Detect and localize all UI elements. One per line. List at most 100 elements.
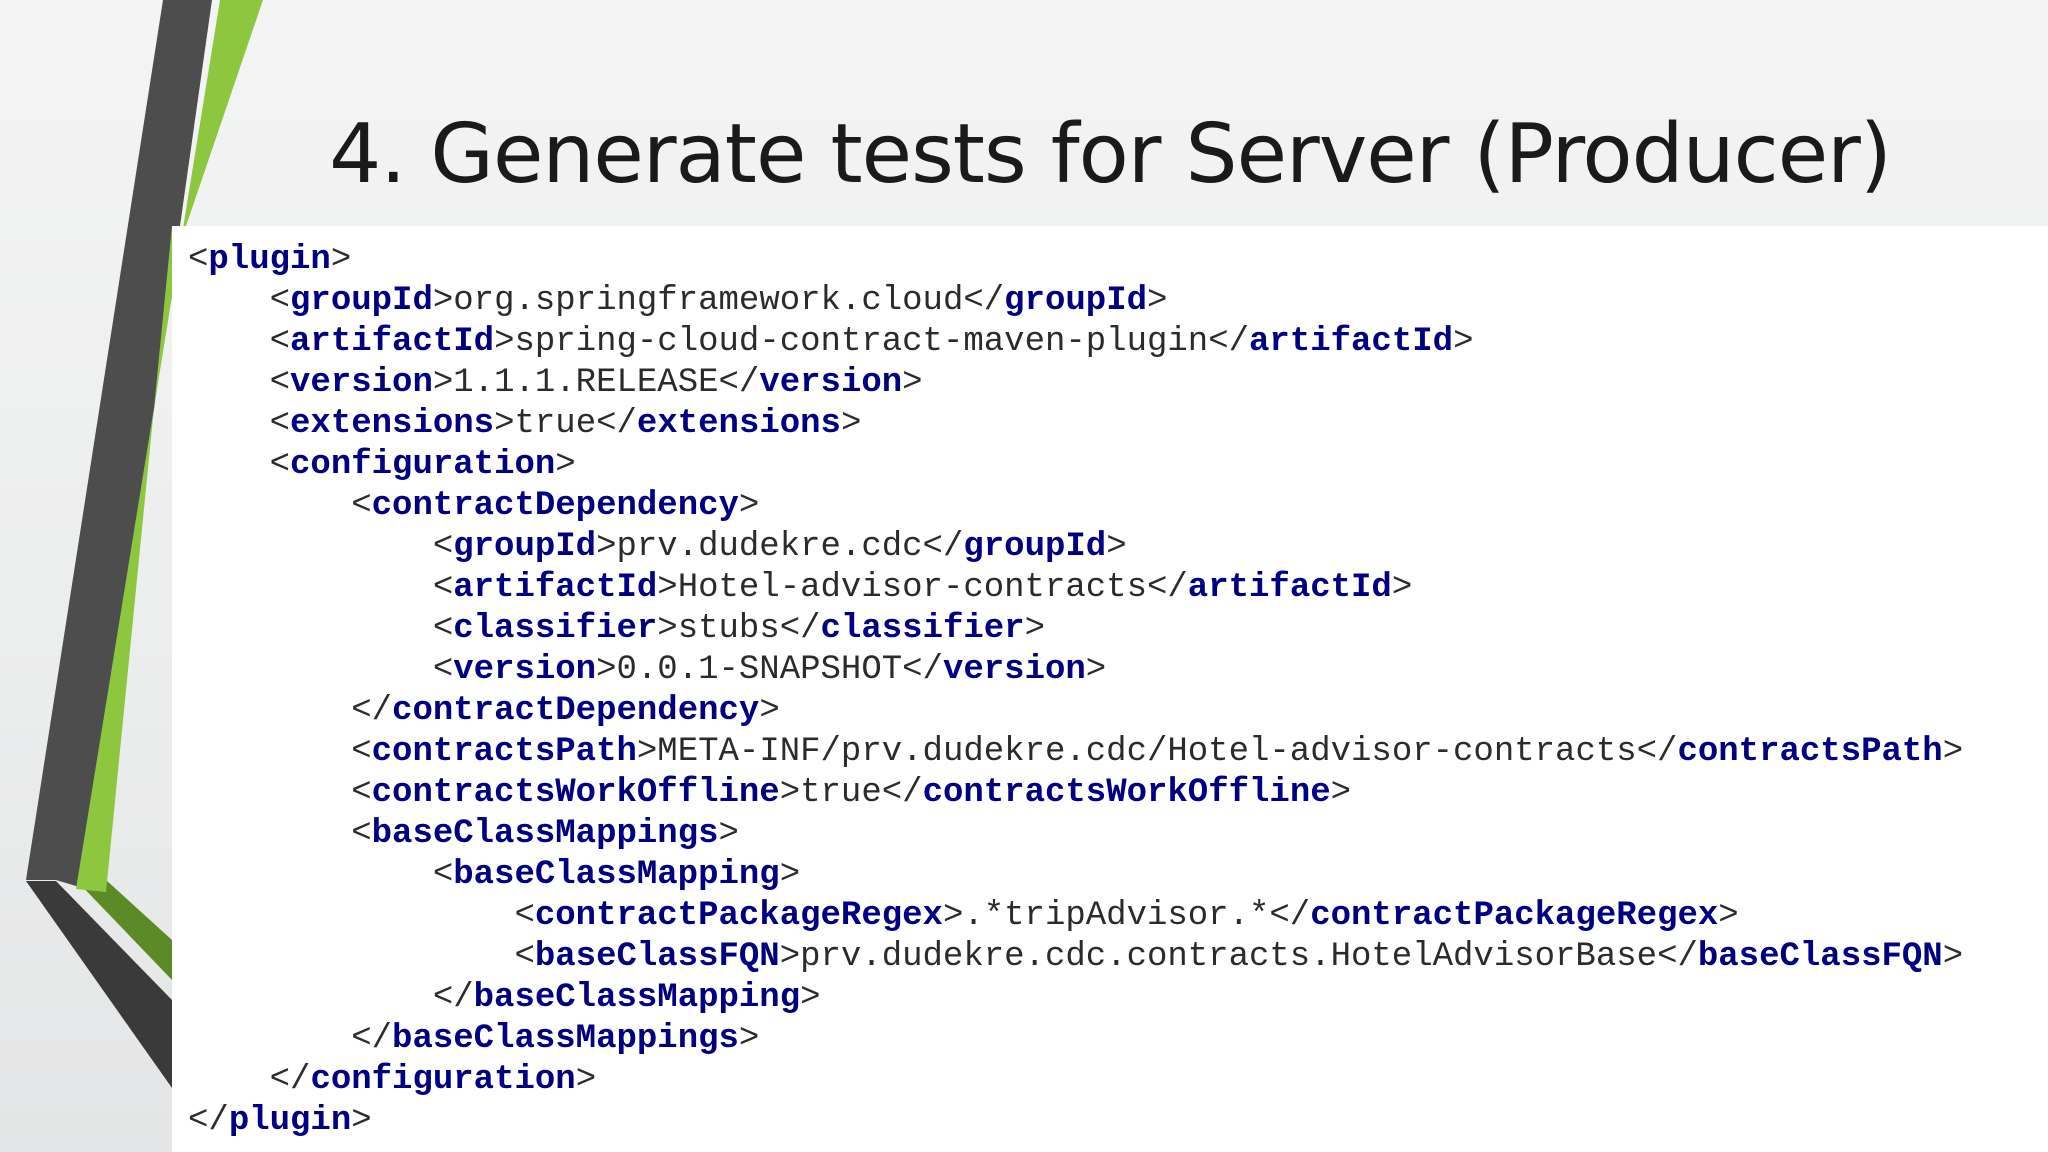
xml-tag-name: classifier [453, 610, 658, 648]
xml-text-value: 0.0.1-SNAPSHOT [616, 651, 903, 689]
angle-bracket: < [269, 446, 291, 484]
xml-tag-name: artifactId [290, 323, 495, 361]
xml-tag-name: contractsPath [1677, 733, 1943, 771]
xml-tag-name: configuration [290, 446, 556, 484]
angle-bracket: </ [1146, 569, 1188, 607]
xml-tag-name: baseClassFQN [1697, 938, 1943, 976]
angle-bracket: > [1453, 323, 1474, 361]
xml-text-value: META-INF/prv.dudekre.cdc/Hotel-advisor-c… [657, 733, 1637, 771]
xml-tag-name: contractsWorkOffline [371, 774, 780, 812]
angle-bracket: > [1024, 610, 1045, 648]
angle-bracket: < [514, 897, 535, 935]
code-line: </configuration> [188, 1060, 1963, 1101]
code-line: <contractsWorkOffline>true</contractsWor… [188, 773, 1963, 814]
angle-bracket: > [330, 241, 352, 279]
xml-tag-name: groupId [453, 528, 597, 566]
xml-text-value: prv.dudekre.cdc [616, 528, 923, 566]
code-line: </plugin> [188, 1101, 1963, 1142]
angle-bracket: < [432, 528, 454, 566]
angle-bracket: </ [1269, 897, 1311, 935]
angle-bracket: > [432, 364, 454, 402]
angle-bracket: < [269, 364, 291, 402]
angle-bracket: > [596, 528, 617, 566]
angle-bracket: </ [1208, 323, 1250, 361]
angle-bracket: > [759, 692, 780, 730]
angle-bracket: > [432, 282, 454, 320]
xml-tag-name: extensions [290, 405, 495, 443]
xml-tag-name: groupId [963, 528, 1107, 566]
angle-bracket: </ [963, 282, 1005, 320]
angle-bracket: </ [188, 1102, 229, 1140]
angle-bracket: > [351, 1102, 372, 1140]
angle-bracket: > [1718, 897, 1739, 935]
code-line: <classifier>stubs</classifier> [188, 609, 1963, 650]
xml-tag-name: contractPackageRegex [1310, 897, 1719, 935]
xml-tag-name: groupId [290, 282, 433, 320]
xml-text-value: 1.1.1.RELEASE [453, 364, 719, 402]
angle-bracket: > [840, 405, 862, 443]
xml-tag-name: artifactId [1249, 323, 1454, 361]
code-line: <version>0.0.1-SNAPSHOT</version> [188, 650, 1963, 691]
xml-text-value: true [800, 774, 882, 812]
code-line: </contractDependency> [188, 691, 1963, 732]
code-line: <contractsPath>META-INF/prv.dudekre.cdc/… [188, 732, 1963, 773]
angle-bracket: </ [596, 405, 637, 443]
angle-bracket: < [432, 651, 454, 689]
angle-bracket: </ [779, 610, 821, 648]
xml-tag-name: plugin [208, 241, 331, 279]
angle-bracket: < [432, 569, 454, 607]
angle-bracket: > [1391, 569, 1413, 607]
angle-bracket: < [351, 733, 372, 771]
xml-text-value: Hotel-advisor-contracts [677, 569, 1147, 607]
code-line: <groupId>prv.dudekre.cdc</groupId> [188, 527, 1963, 568]
xml-tag-name: artifactId [1187, 569, 1392, 607]
xml-tag-name: baseClassMapping [453, 856, 780, 894]
angle-bracket: > [779, 774, 801, 812]
angle-bracket: < [432, 856, 454, 894]
code-line: <artifactId>Hotel-advisor-contracts</art… [188, 568, 1963, 609]
angle-bracket: > [555, 446, 576, 484]
xml-tag-name: contractsPath [371, 733, 637, 771]
angle-bracket: > [942, 897, 964, 935]
angle-bracket: > [1942, 733, 1964, 771]
xml-tag-name: classifier [820, 610, 1025, 648]
angle-bracket: </ [922, 528, 964, 566]
angle-bracket: > [779, 856, 801, 894]
angle-bracket: </ [351, 1020, 393, 1058]
code-line: </baseClassMapping> [188, 978, 1963, 1019]
angle-bracket: < [269, 282, 291, 320]
xml-text-value: .*tripAdvisor.* [963, 897, 1270, 935]
angle-bracket: > [779, 938, 801, 976]
xml-tag-name: contractPackageRegex [534, 897, 943, 935]
xml-text-value: spring-cloud-contract-maven-plugin [514, 323, 1209, 361]
code-line: <version>1.1.1.RELEASE</version> [188, 363, 1963, 404]
angle-bracket: > [1330, 774, 1352, 812]
xml-text-value: true [514, 405, 597, 443]
xml-text-value: prv.dudekre.cdc.contracts.HotelAdvisorBa… [800, 938, 1658, 976]
angle-bracket: > [1942, 938, 1964, 976]
angle-bracket: > [738, 487, 760, 525]
code-line: <baseClassMappings> [188, 814, 1963, 855]
xml-tag-name: contractsWorkOffline [922, 774, 1331, 812]
xml-text-value: stubs [677, 610, 780, 648]
angle-bracket: < [351, 815, 372, 853]
angle-bracket: > [718, 815, 739, 853]
xml-tag-name: contractDependency [371, 487, 739, 525]
code-line: <configuration> [188, 445, 1963, 486]
xml-tag-name: version [942, 651, 1086, 689]
angle-bracket: > [738, 1020, 760, 1058]
angle-bracket: </ [902, 651, 943, 689]
angle-bracket: </ [351, 692, 393, 730]
angle-bracket: > [902, 364, 923, 402]
code-line: <groupId>org.springframework.cloud</grou… [188, 281, 1963, 322]
code-block: <plugin> <groupId>org.springframework.cl… [188, 240, 1963, 1142]
angle-bracket: > [636, 733, 658, 771]
code-line: <baseClassFQN>prv.dudekre.cdc.contracts.… [188, 937, 1963, 978]
code-line: <baseClassMapping> [188, 855, 1963, 896]
xml-tag-name: groupId [1004, 282, 1147, 320]
angle-bracket: > [657, 610, 678, 648]
xml-tag-name: plugin [228, 1102, 352, 1140]
angle-bracket: </ [718, 364, 760, 402]
angle-bracket: < [432, 610, 454, 648]
angle-bracket: </ [1636, 733, 1678, 771]
